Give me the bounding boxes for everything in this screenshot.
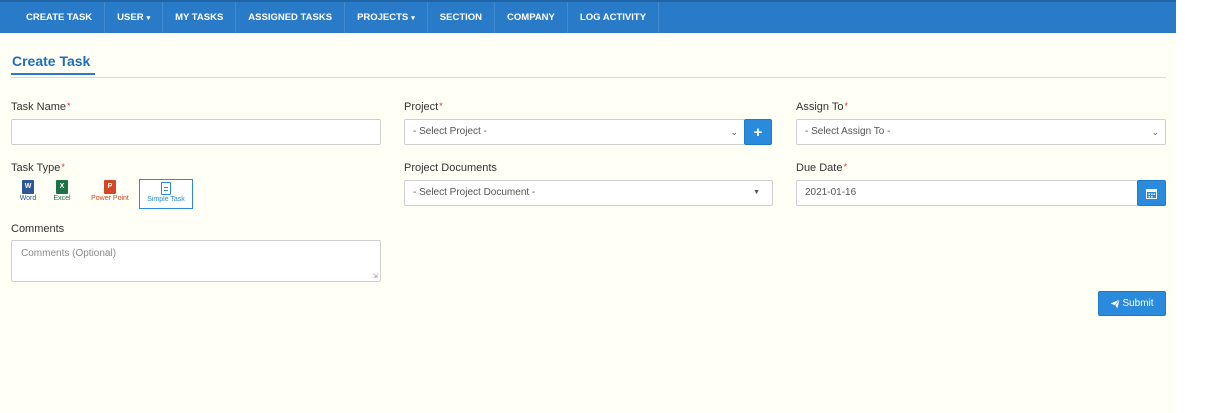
caret-down-icon: ▾ [411, 15, 415, 22]
add-project-button[interactable]: + [744, 119, 772, 145]
nav-my-tasks[interactable]: MY TASKS [163, 2, 237, 33]
project-documents-select[interactable]: - Select Project Document - ▼ [404, 180, 773, 206]
plus-icon: + [753, 123, 763, 141]
divider [11, 77, 1166, 78]
nav-create-task[interactable]: CREATE TASK [14, 2, 106, 33]
task-name-label: Task Name* [11, 101, 71, 113]
paper-plane-icon [1110, 298, 1121, 309]
nav-projects[interactable]: PROJECTS ▾ [345, 2, 428, 33]
project-label: Project* [404, 101, 443, 113]
title-underline [11, 73, 95, 75]
task-type-excel[interactable]: X Excel [46, 180, 78, 208]
submit-button[interactable]: Submit [1098, 291, 1166, 316]
document-icon [161, 182, 171, 195]
due-date-input[interactable]: 2021-01-16 [796, 180, 1138, 206]
caret-down-icon: ▼ [753, 189, 760, 196]
assign-to-label: Assign To* [796, 101, 849, 113]
excel-icon: X [56, 180, 68, 194]
project-select[interactable]: - Select Project - ⌄ [404, 119, 745, 145]
assign-to-select[interactable]: - Select Assign To - ⌄ [796, 119, 1166, 145]
nav-user[interactable]: USER ▾ [105, 2, 164, 33]
caret-down-icon: ▾ [146, 15, 151, 22]
resize-handle-icon[interactable]: ⇲ [372, 272, 378, 280]
task-name-input[interactable] [11, 119, 381, 145]
nav-log-activity[interactable]: LOG ACTIVITY [568, 2, 660, 33]
task-type-powerpoint[interactable]: P Power Point [86, 180, 134, 208]
calendar-button[interactable] [1137, 180, 1166, 206]
calendar-icon [1146, 188, 1157, 199]
page-title: Create Task [12, 53, 91, 69]
nav-section[interactable]: SECTION [428, 2, 496, 33]
chevron-down-icon: ⌄ [1151, 127, 1159, 137]
comments-label: Comments [11, 223, 65, 235]
task-type-simple-task[interactable]: Simple Task [139, 179, 193, 209]
top-navbar: CREATE TASK USER ▾ MY TASKS ASSIGNED TASK… [0, 0, 1176, 33]
nav-assigned-tasks[interactable]: ASSIGNED TASKS [236, 2, 346, 33]
comments-textarea[interactable]: Comments (Optional) ⇲ [11, 240, 381, 282]
word-icon: W [22, 180, 34, 194]
project-documents-label: Project Documents [404, 162, 497, 174]
powerpoint-icon: P [104, 180, 116, 194]
page: CREATE TASK USER ▾ MY TASKS ASSIGNED TASK… [0, 0, 1176, 413]
nav-company[interactable]: COMPANY [495, 2, 568, 33]
task-type-label: Task Type* [11, 162, 65, 174]
chevron-down-icon: ⌄ [730, 127, 738, 137]
task-type-word[interactable]: W Word [12, 180, 44, 208]
due-date-label: Due Date* [796, 162, 847, 174]
